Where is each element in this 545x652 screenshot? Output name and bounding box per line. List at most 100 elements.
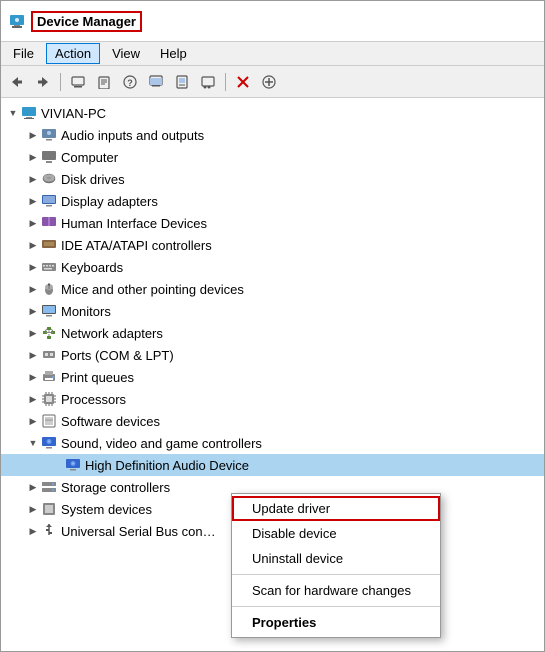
context-uninstall-device[interactable]: Uninstall device — [232, 546, 440, 571]
tree-item-processors[interactable]: ▶ Proces — [1, 388, 544, 410]
toolbar-btn-6[interactable] — [144, 70, 168, 94]
close-toolbar-button[interactable] — [231, 70, 255, 94]
processor-icon — [41, 391, 57, 407]
system-label: System devices — [61, 502, 152, 517]
context-update-driver[interactable]: Update driver — [232, 496, 440, 521]
processors-label: Processors — [61, 392, 126, 407]
svg-text:?: ? — [127, 78, 133, 88]
network-icon — [41, 325, 57, 341]
mouse-icon — [41, 281, 57, 297]
computer-icon — [41, 149, 57, 165]
tree-item-mice[interactable]: ▶ Mice and other pointing devices — [1, 278, 544, 300]
tree-item-keyboards[interactable]: ▶ Keyboards — [1, 256, 544, 278]
sound-icon — [41, 435, 57, 451]
software-expand[interactable]: ▶ — [25, 413, 41, 429]
context-scan[interactable]: Scan for hardware changes — [232, 578, 440, 603]
monitors-label: Monitors — [61, 304, 111, 319]
disk-icon — [41, 171, 57, 187]
ide-expand[interactable]: ▶ — [25, 237, 41, 253]
ide-icon — [41, 237, 57, 253]
menu-file[interactable]: File — [5, 44, 42, 63]
keyboards-expand[interactable]: ▶ — [25, 259, 41, 275]
audio-icon — [41, 127, 57, 143]
usb-icon — [41, 523, 57, 539]
tree-view: ▼ VIVIAN-PC ▶ Audio inputs and outpu — [1, 98, 544, 651]
toolbar-sep-1 — [60, 73, 61, 91]
mice-expand[interactable]: ▶ — [25, 281, 41, 297]
toolbar-btn-3[interactable] — [66, 70, 90, 94]
toolbar: ? — [1, 66, 544, 98]
root-expand[interactable]: ▼ — [5, 105, 21, 121]
context-disable-device[interactable]: Disable device — [232, 521, 440, 546]
computer-expand[interactable]: ▶ — [25, 149, 41, 165]
tree-item-disk[interactable]: ▶ Disk drives — [1, 168, 544, 190]
title-bar-icon — [9, 13, 25, 29]
toolbar-btn-7[interactable] — [170, 70, 194, 94]
forward-button[interactable] — [31, 70, 55, 94]
processors-expand[interactable]: ▶ — [25, 391, 41, 407]
menu-view[interactable]: View — [104, 44, 148, 63]
usb-expand[interactable]: ▶ — [25, 523, 41, 539]
print-label: Print queues — [61, 370, 134, 385]
hid-icon — [41, 215, 57, 231]
tree-item-print[interactable]: ▶ Print queues — [1, 366, 544, 388]
disk-expand[interactable]: ▶ — [25, 171, 41, 187]
context-sep-2 — [232, 606, 440, 607]
hdaudio-icon — [65, 457, 81, 473]
ports-label: Ports (COM & LPT) — [61, 348, 174, 363]
hid-label: Human Interface Devices — [61, 216, 207, 231]
tree-root[interactable]: ▼ VIVIAN-PC — [1, 102, 544, 124]
software-icon — [41, 413, 57, 429]
keyboards-label: Keyboards — [61, 260, 123, 275]
tree-item-computer[interactable]: ▶ Computer — [1, 146, 544, 168]
print-icon — [41, 369, 57, 385]
tree-item-software[interactable]: ▶ Software devices — [1, 410, 544, 432]
audio-label: Audio inputs and outputs — [61, 128, 204, 143]
back-button[interactable] — [5, 70, 29, 94]
print-expand[interactable]: ▶ — [25, 369, 41, 385]
title-bar: Device Manager — [1, 1, 544, 42]
pc-icon — [21, 105, 37, 121]
tree-item-sound[interactable]: ▼ Sound, video and game controllers — [1, 432, 544, 454]
hdaudio-label: High Definition Audio Device — [85, 458, 249, 473]
storage-icon — [41, 479, 57, 495]
sound-label: Sound, video and game controllers — [61, 436, 262, 451]
menu-action[interactable]: Action — [46, 43, 100, 64]
toolbar-btn-8[interactable] — [196, 70, 220, 94]
monitor-icon — [41, 303, 57, 319]
system-icon — [41, 501, 57, 517]
sound-expand[interactable]: ▼ — [25, 435, 41, 451]
toolbar-btn-4[interactable] — [92, 70, 116, 94]
ports-expand[interactable]: ▶ — [25, 347, 41, 363]
tree-item-network[interactable]: ▶ Network adapters — [1, 322, 544, 344]
menu-help[interactable]: Help — [152, 44, 195, 63]
system-expand[interactable]: ▶ — [25, 501, 41, 517]
display-expand[interactable]: ▶ — [25, 193, 41, 209]
monitors-expand[interactable]: ▶ — [25, 303, 41, 319]
add-toolbar-button[interactable] — [257, 70, 281, 94]
title-bar-text: Device Manager — [31, 11, 142, 32]
tree-item-ide[interactable]: ▶ IDE ATA/ATAPI controllers — [1, 234, 544, 256]
tree-item-ports[interactable]: ▶ Ports (COM & LPT) — [1, 344, 544, 366]
storage-label: Storage controllers — [61, 480, 170, 495]
tree-item-hdaudio[interactable]: ▶ High Definition Audio Device — [1, 454, 544, 476]
toolbar-sep-2 — [225, 73, 226, 91]
software-label: Software devices — [61, 414, 160, 429]
tree-item-monitors[interactable]: ▶ Monitors — [1, 300, 544, 322]
tree-item-hid[interactable]: ▶ Human Interface Devices — [1, 212, 544, 234]
tree-item-audio[interactable]: ▶ Audio inputs and outputs — [1, 124, 544, 146]
help-toolbar-button[interactable]: ? — [118, 70, 142, 94]
audio-expand[interactable]: ▶ — [25, 127, 41, 143]
keyboard-icon — [41, 259, 57, 275]
tree-item-display[interactable]: ▶ Display adapters — [1, 190, 544, 212]
menu-bar: File Action View Help — [1, 42, 544, 66]
storage-expand[interactable]: ▶ — [25, 479, 41, 495]
ide-label: IDE ATA/ATAPI controllers — [61, 238, 212, 253]
network-label: Network adapters — [61, 326, 163, 341]
root-label: VIVIAN-PC — [41, 106, 106, 121]
network-expand[interactable]: ▶ — [25, 325, 41, 341]
computer-label: Computer — [61, 150, 118, 165]
hid-expand[interactable]: ▶ — [25, 215, 41, 231]
device-manager-window: Device Manager File Action View Help — [0, 0, 545, 652]
context-properties[interactable]: Properties — [232, 610, 440, 635]
